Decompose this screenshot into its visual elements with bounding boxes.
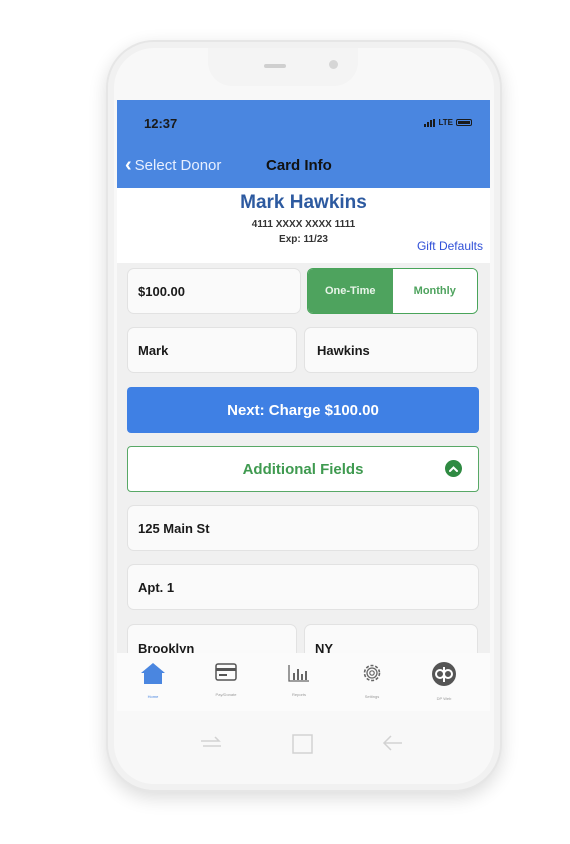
gear-icon xyxy=(363,664,381,682)
chevron-left-icon: ‹ xyxy=(125,154,132,176)
network-label: LTE xyxy=(438,118,453,127)
donor-info: Mark Hawkins 4111 XXXX XXXX 1111 Exp: 11… xyxy=(117,188,490,263)
phone-camera xyxy=(329,60,338,69)
city-field[interactable]: Brooklyn xyxy=(127,624,297,653)
donor-name: Mark Hawkins xyxy=(240,192,367,213)
last-name-field[interactable]: Hawkins xyxy=(304,327,478,373)
first-name-field[interactable]: Mark xyxy=(127,327,297,373)
tab-settings[interactable]: Settings xyxy=(342,661,402,699)
home-square-icon[interactable] xyxy=(291,733,315,755)
additional-fields-label: Additional Fields xyxy=(242,460,364,478)
recent-apps-icon[interactable] xyxy=(198,733,224,753)
chevron-up-icon xyxy=(445,460,462,477)
tab-bar: Home Pay/Donate Reports Settings DP Web xyxy=(117,653,490,711)
card-number: 4111 XXXX XXXX 1111 xyxy=(251,219,356,230)
chart-icon xyxy=(288,665,309,682)
tab-settings-label: Settings xyxy=(364,694,380,699)
back-label: Select Donor xyxy=(134,156,222,174)
additional-fields-button[interactable]: Additional Fields xyxy=(127,446,479,492)
tab-home[interactable]: Home xyxy=(123,661,183,699)
page-title: Card Info xyxy=(266,157,332,174)
back-arrow-icon[interactable] xyxy=(381,733,405,753)
phone-speaker xyxy=(264,64,286,68)
app-screen: 12:37 LTE ‹ Select Donor Card Info Mark … xyxy=(117,100,490,653)
tab-dp-web-label: DP Web xyxy=(436,696,452,701)
gift-defaults-link[interactable]: Gift Defaults xyxy=(417,239,483,253)
tab-dp-web[interactable]: DP Web xyxy=(414,661,474,701)
system-nav-bar xyxy=(117,711,490,771)
signal-icon xyxy=(424,118,436,127)
state-field[interactable]: NY xyxy=(304,624,478,653)
home-icon xyxy=(141,663,165,684)
status-indicators: LTE xyxy=(424,118,472,127)
status-time: 12:37 xyxy=(144,116,178,131)
tab-pay-donate-label: Pay/Donate xyxy=(215,692,237,697)
monthly-option[interactable]: Monthly xyxy=(392,269,477,313)
tab-pay-donate[interactable]: Pay/Donate xyxy=(196,661,256,697)
back-button[interactable]: ‹ Select Donor xyxy=(125,155,221,175)
card-icon xyxy=(215,663,237,681)
tab-reports[interactable]: Reports xyxy=(269,661,329,697)
one-time-option[interactable]: One-Time xyxy=(308,269,393,313)
tab-reports-label: Reports xyxy=(291,692,306,697)
battery-icon xyxy=(456,119,472,126)
address2-field[interactable]: Apt. 1 xyxy=(127,564,479,610)
address1-field[interactable]: 125 Main St xyxy=(127,505,479,551)
frequency-toggle: One-Time Monthly xyxy=(307,268,478,314)
tab-home-label: Home xyxy=(147,694,159,699)
nav-bar: ‹ Select Donor Card Info xyxy=(117,155,490,179)
app-header: 12:37 LTE ‹ Select Donor Card Info xyxy=(117,100,490,188)
charge-button[interactable]: Next: Charge $100.00 xyxy=(127,387,479,433)
dp-logo-icon xyxy=(432,662,456,686)
amount-field[interactable]: $100.00 xyxy=(127,268,301,314)
